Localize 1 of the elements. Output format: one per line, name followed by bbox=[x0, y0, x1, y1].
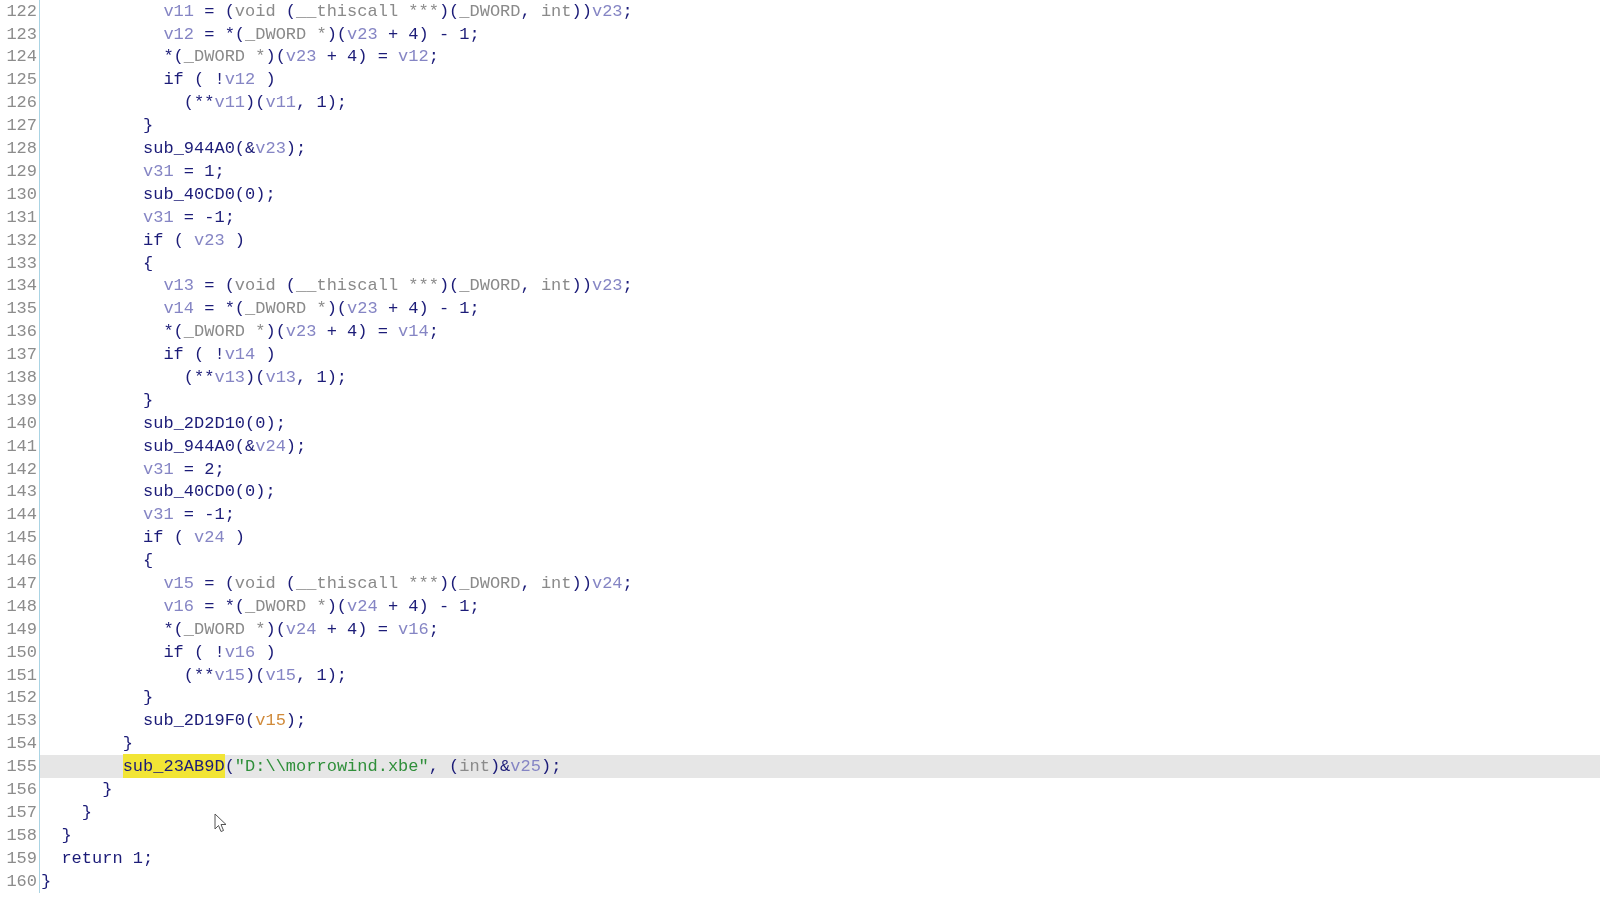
mouse-pointer-icon bbox=[214, 813, 228, 833]
